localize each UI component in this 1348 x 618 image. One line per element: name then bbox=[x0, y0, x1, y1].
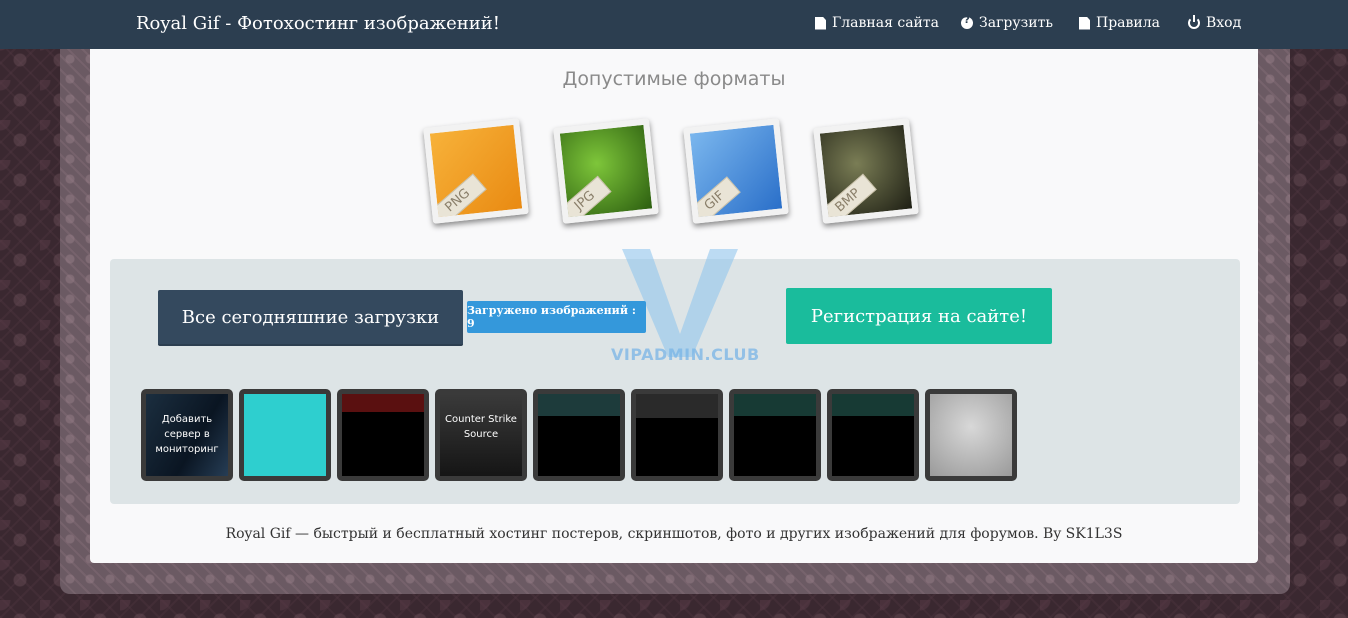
jpg-label: JPG bbox=[558, 175, 612, 224]
thumbnail[interactable] bbox=[631, 389, 723, 481]
png-label: PNG bbox=[429, 173, 487, 224]
thumbnail-list: Добавить сервер в мониторинг Counter Str… bbox=[141, 389, 1041, 481]
thumbnail[interactable] bbox=[337, 389, 429, 481]
thumbnail-caption: Counter Strike Source bbox=[445, 414, 517, 440]
uploaded-count-badge: Загружено изображений : 9 bbox=[467, 301, 646, 333]
top-navbar: Royal Gif - Фотохостинг изображений! Гла… bbox=[0, 0, 1348, 49]
thumbnail[interactable] bbox=[925, 389, 1017, 481]
nav-home[interactable]: Главная сайта bbox=[815, 15, 939, 31]
jpg-format-icon: JPG bbox=[553, 118, 659, 224]
file-icon bbox=[815, 16, 826, 30]
formats-title: Допустимые форматы bbox=[562, 68, 786, 90]
bmp-label: BMP bbox=[819, 173, 877, 224]
thumbnail[interactable]: Counter Strike Source bbox=[435, 389, 527, 481]
main-panel: Допустимые форматы PNG JPG GIF BMP Все с… bbox=[90, 49, 1258, 563]
footer-text: Royal Gif — быстрый и бесплатный хостинг… bbox=[225, 526, 1123, 542]
nav-upload[interactable]: Загрузить bbox=[961, 15, 1053, 31]
register-button[interactable]: Регистрация на сайте! bbox=[786, 288, 1052, 344]
power-icon bbox=[1188, 15, 1200, 29]
gif-label: GIF bbox=[688, 176, 741, 224]
today-uploads-button[interactable]: Все сегодняшние загрузки bbox=[158, 290, 463, 346]
gif-format-icon: GIF bbox=[683, 118, 789, 224]
nav-rules-label: Правила bbox=[1096, 15, 1160, 31]
file-icon bbox=[1079, 16, 1090, 30]
thumbnail[interactable] bbox=[239, 389, 331, 481]
nav-login-label: Вход bbox=[1206, 15, 1242, 31]
nav-upload-label: Загрузить bbox=[979, 15, 1053, 31]
watermark-text: VIPADMIN.CLUB bbox=[611, 345, 760, 364]
thumbnail-caption: Добавить сервер в мониторинг bbox=[155, 414, 219, 455]
bmp-format-icon: BMP bbox=[813, 118, 919, 224]
question-circle-icon bbox=[961, 15, 973, 29]
nav-login[interactable]: Вход bbox=[1188, 15, 1241, 31]
thumbnail[interactable] bbox=[729, 389, 821, 481]
site-brand[interactable]: Royal Gif - Фотохостинг изображений! bbox=[136, 13, 500, 34]
uploads-box: Все сегодняшние загрузки Загружено изобр… bbox=[110, 249, 1240, 504]
thumbnail[interactable] bbox=[533, 389, 625, 481]
thumbnail[interactable]: Добавить сервер в мониторинг bbox=[141, 389, 233, 481]
nav-rules[interactable]: Правила bbox=[1079, 15, 1160, 31]
nav-home-label: Главная сайта bbox=[832, 15, 939, 31]
thumbnail[interactable] bbox=[827, 389, 919, 481]
png-format-icon: PNG bbox=[423, 118, 529, 224]
format-icons: PNG JPG GIF BMP bbox=[423, 111, 928, 231]
